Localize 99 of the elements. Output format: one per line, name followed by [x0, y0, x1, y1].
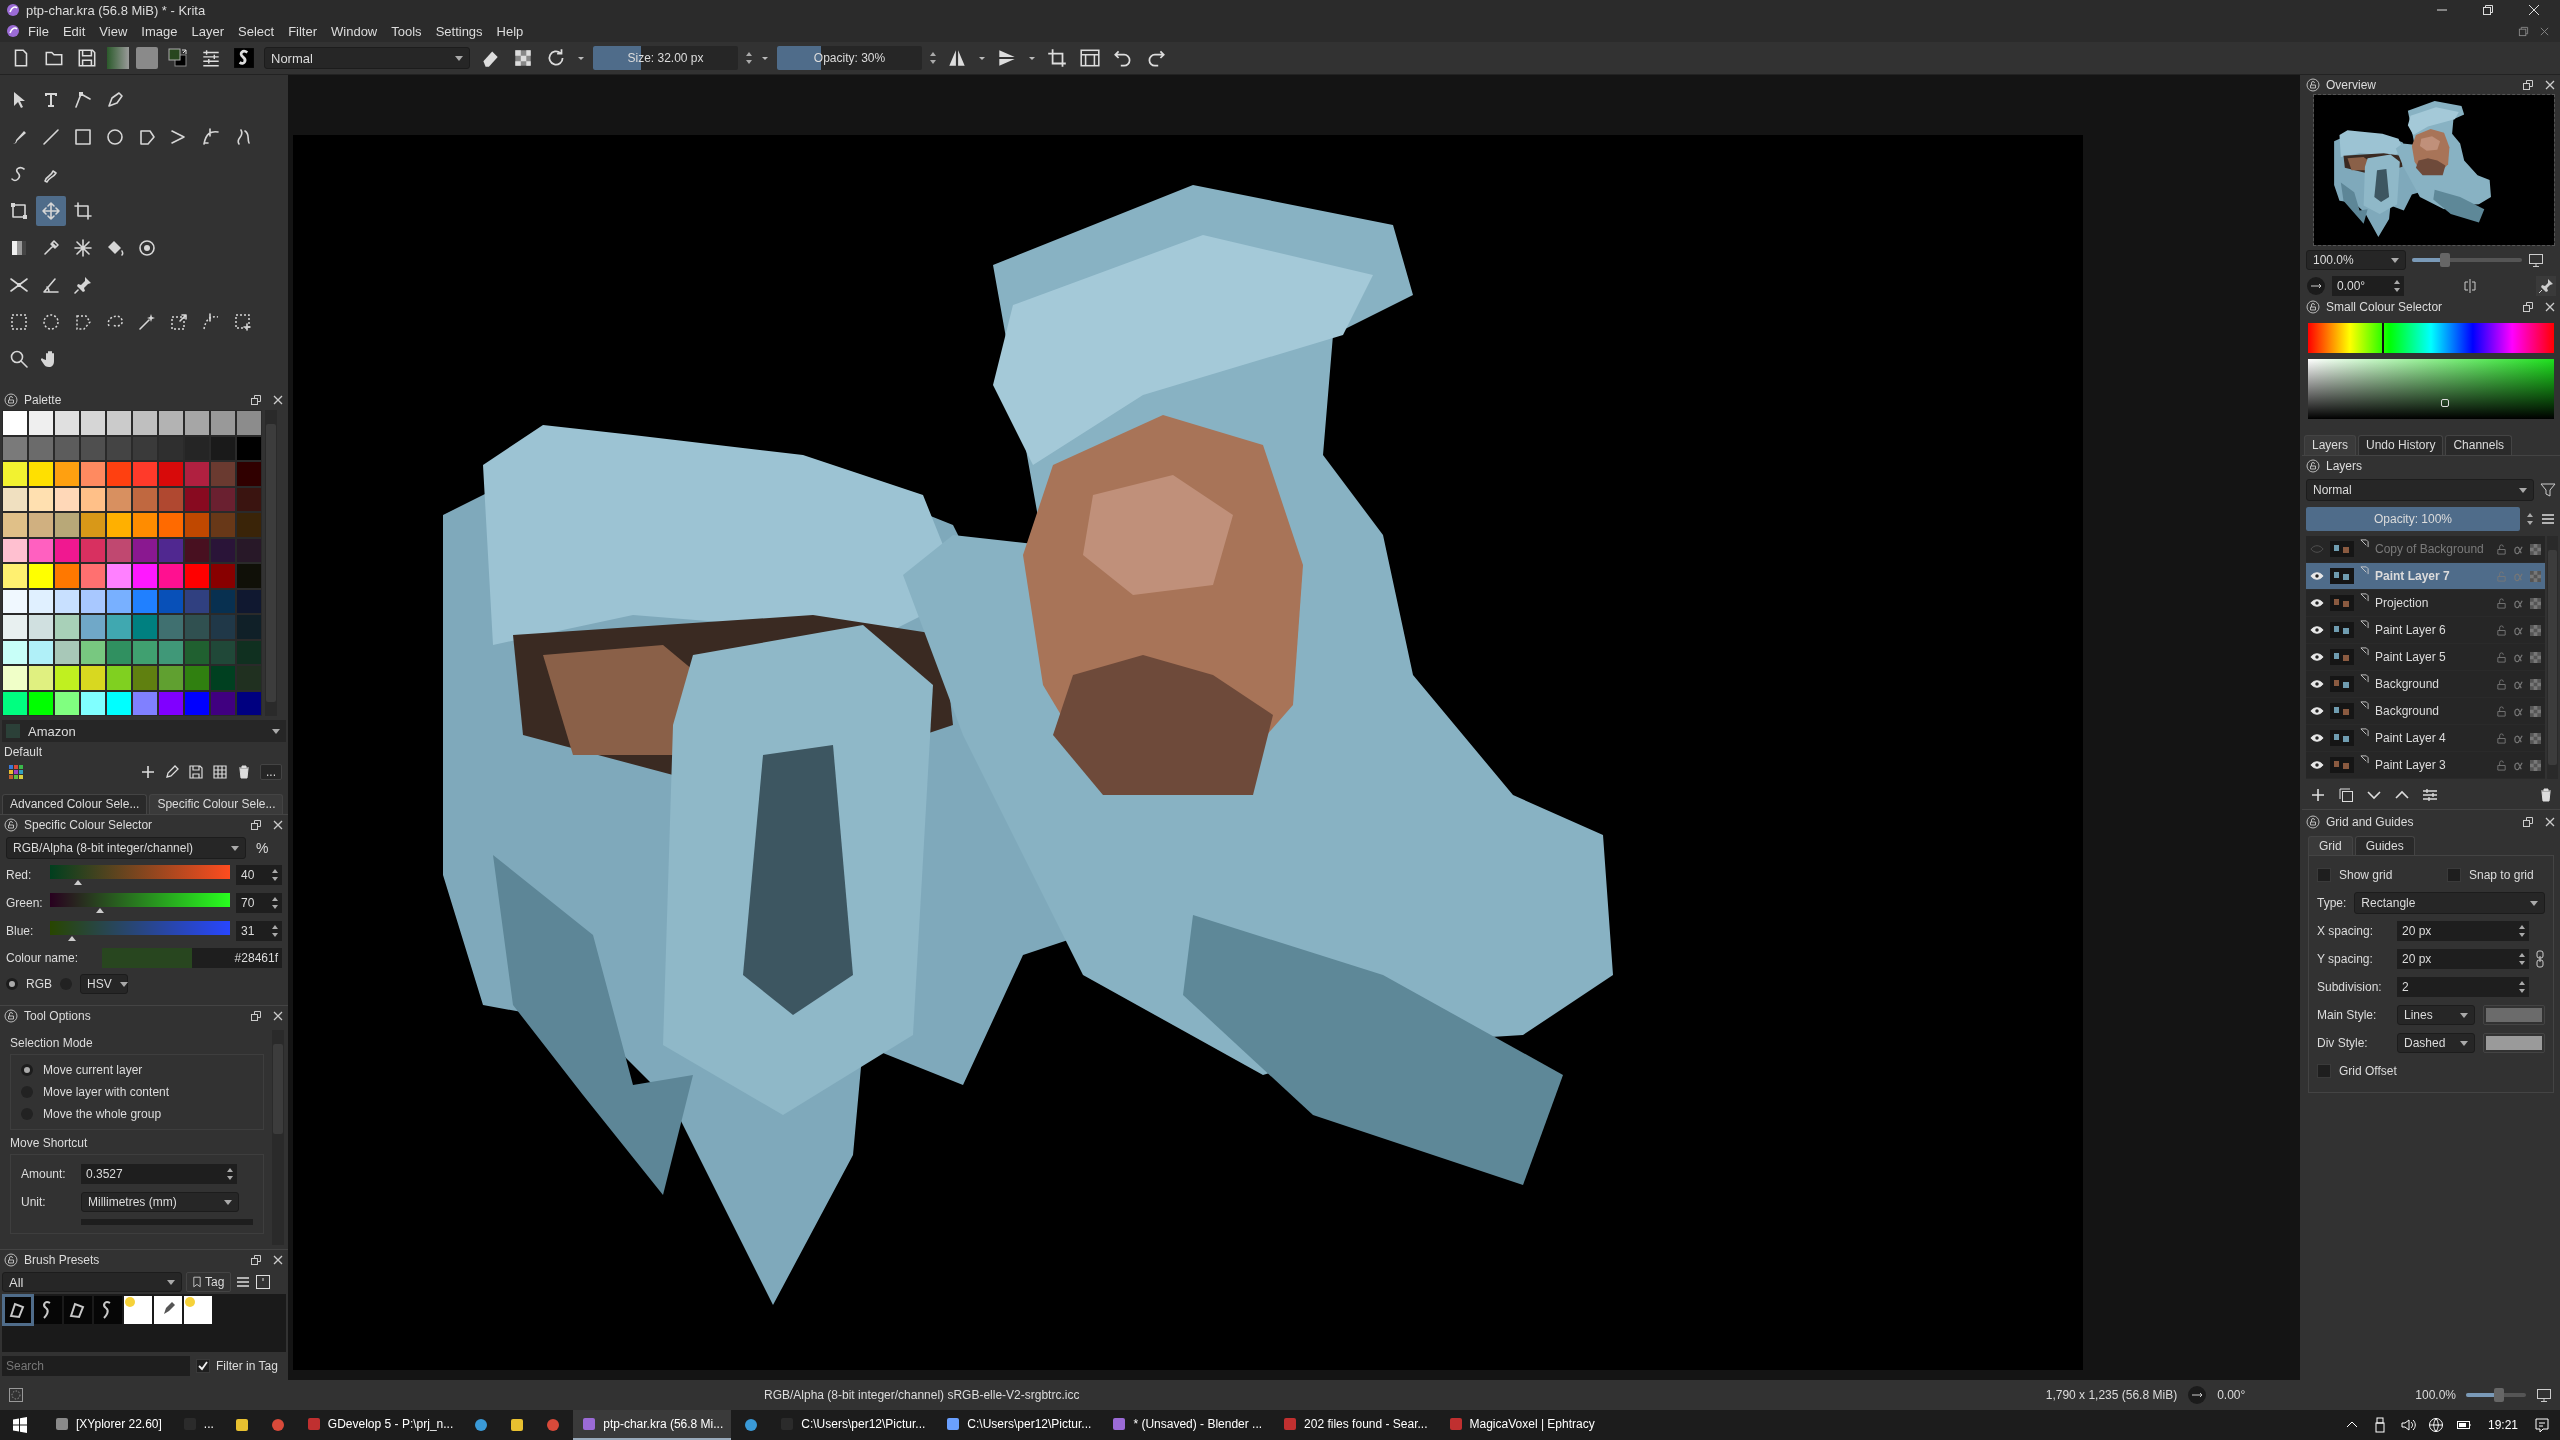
field-label: Unit: [21, 1195, 47, 1209]
panel-title: Small Colour Selector [2326, 300, 2443, 314]
tag-button[interactable]: Tag [186, 1272, 232, 1292]
layer-row[interactable]: Paint Layer 6 [2306, 617, 2545, 644]
menu-item[interactable]: Image [135, 21, 184, 41]
layer-row[interactable]: Background [2306, 698, 2545, 725]
clock-text[interactable]: 19:21 [2487, 1418, 2518, 1432]
window-title: ptp-char.kra (56.8 MiB) * - Krita [26, 2, 206, 18]
menu-item[interactable]: Filter [282, 21, 323, 41]
channel-value-field[interactable]: 40 [236, 865, 282, 885]
field-label: Main Style: [2317, 1008, 2378, 1022]
radio-label: Move layer with content [43, 1085, 170, 1099]
line-style-dropdown[interactable]: Lines [2397, 1005, 2475, 1025]
menu-item[interactable]: View [93, 21, 134, 41]
menu-item[interactable]: Edit [56, 21, 92, 41]
panel-title: Tool Options [24, 1009, 91, 1023]
line-style-dropdown[interactable]: Dashed [2397, 1033, 2475, 1053]
layer-row[interactable]: Projection [2306, 590, 2545, 617]
field-label: Y spacing: [2317, 952, 2374, 966]
docker-tab[interactable]: Undo History [2358, 435, 2444, 455]
tab[interactable]: Guides [2354, 836, 2415, 855]
panel-title: Layers [2326, 459, 2363, 473]
docker-tab[interactable]: Channels [2445, 435, 2513, 455]
zoom-text: 100.0% [2415, 1388, 2456, 1402]
search-field[interactable]: Search [2, 1356, 190, 1376]
section-heading: Move Shortcut [10, 1135, 89, 1152]
layer-blend-mode-dropdown[interactable]: Normal [2306, 479, 2534, 501]
layer-row[interactable]: Paint Layer 5 [2306, 644, 2545, 671]
channel-value-field[interactable]: 31 [236, 921, 282, 941]
taskbar-button[interactable]: ... [173, 1410, 222, 1440]
panel-title: Brush Presets [24, 1253, 100, 1267]
channel-label: Blue: [6, 924, 35, 938]
rotation-field[interactable]: 0.00° [2332, 276, 2404, 296]
docker-tab[interactable]: Specific Colour Sele... [149, 794, 284, 814]
radio-label: Move current layer [43, 1063, 143, 1077]
radio-label: RGB [26, 977, 52, 991]
menu-item[interactable]: Select [232, 21, 281, 41]
menu-item[interactable]: Layer [185, 21, 230, 41]
layer-row[interactable]: Paint Layer 3 [2306, 752, 2545, 779]
checkbox-label: Show grid [2339, 868, 2394, 882]
checkbox-label: Snap to grid [2469, 868, 2534, 882]
panel-title: Specific Colour Selector [24, 818, 153, 832]
channel-label: Red: [6, 868, 33, 882]
checkbox-label: Filter in Tag [216, 1359, 278, 1373]
docker-tab[interactable]: Advanced Colour Sele... [2, 794, 148, 814]
section-heading: Selection Mode [10, 1035, 94, 1052]
docker-tab[interactable]: Layers [2304, 435, 2357, 455]
menu-item[interactable]: File [22, 21, 55, 41]
image-size-text: 1,790 x 1,235 (56.8 MiB) [2045, 1388, 2178, 1402]
palette-dropdown[interactable]: Amazon [2, 720, 286, 742]
field-label: Div Style: [2317, 1036, 2369, 1050]
menu-item[interactable]: Help [490, 21, 530, 41]
menu-item[interactable]: Tools [385, 21, 428, 41]
spin-field[interactable]: 2 [2397, 977, 2529, 997]
taskbar-button[interactable]: C:\Users\per12\Pictur... [937, 1410, 1100, 1440]
rotation-text: 0.00° [2217, 1388, 2246, 1402]
checkbox-label: Grid Offset [2339, 1064, 2397, 1078]
field-label: Amount: [21, 1167, 67, 1181]
layer-row[interactable]: Copy of Background [2306, 536, 2545, 563]
spin-field[interactable]: 20 px [2397, 921, 2529, 941]
zoom-dropdown[interactable]: 100.0% [2306, 250, 2406, 270]
taskbar-button[interactable]: ptp-char.kra (56.8 Mi... [573, 1410, 732, 1440]
hsv-dropdown[interactable]: HSV [80, 974, 128, 994]
tag-filter-dropdown[interactable]: All [2, 1272, 182, 1292]
channel-value-field[interactable]: 70 [236, 893, 282, 913]
palette-group-label: Default [3, 744, 44, 759]
grid-type-dropdown[interactable]: Rectangle [2354, 892, 2545, 914]
taskbar-button[interactable]: [XYplorer 22.60] [46, 1410, 170, 1440]
blend-mode-dropdown[interactable]: Normal [264, 47, 470, 69]
colour-model-dropdown[interactable]: RGB/Alpha (8-bit integer/channel) [6, 837, 246, 859]
layer-row[interactable]: Background [2306, 671, 2545, 698]
field-label: X spacing: [2317, 924, 2375, 938]
tab[interactable]: Grid [2308, 836, 2353, 855]
unit-dropdown[interactable]: Millimetres (mm) [81, 1192, 239, 1212]
layer-opacity-slider[interactable]: Opacity: 100% [2306, 507, 2520, 531]
radio-label: Move the whole group [43, 1107, 162, 1121]
taskbar-button[interactable]: 202 files found - Sear... [1274, 1410, 1436, 1440]
layer-row[interactable]: Paint Layer 4 [2306, 725, 2545, 752]
more-button[interactable]: ... [260, 764, 282, 780]
menu-item[interactable]: Settings [429, 21, 489, 41]
taskbar-button[interactable]: GDevelop 5 - P:\prj_n... [297, 1410, 462, 1440]
spin-field[interactable]: 20 px [2397, 949, 2529, 969]
colour-space-text: RGB/Alpha (8-bit integer/channel) sRGB-elle-V2-srgbtrc.icc [764, 1388, 1080, 1402]
opacity-slider[interactable]: Opacity: 30% [777, 46, 922, 70]
taskbar-button[interactable]: MagicaVoxel | Ephtracy [1439, 1410, 1603, 1440]
layer-row[interactable]: Paint Layer 7 [2306, 563, 2545, 590]
colour-name-label: Colour name: [6, 951, 80, 965]
panel-title: Palette [24, 393, 62, 407]
menu-item[interactable]: Window [325, 21, 384, 41]
colour-name-field[interactable]: #28461f [192, 948, 282, 968]
percent-toggle[interactable]: % [256, 840, 269, 856]
channel-label: Green: [6, 896, 44, 910]
taskbar-button[interactable]: * (Unsaved) - Blender ... [1103, 1410, 1271, 1440]
panel-title: Overview [2326, 78, 2376, 92]
field-label: Type: [2317, 896, 2347, 910]
field-label: Subdivision: [2317, 980, 2383, 994]
taskbar-button[interactable]: C:\Users\per12\Pictur... [771, 1410, 934, 1440]
amount-field[interactable]: 0.3527 [81, 1164, 237, 1184]
panel-title: Grid and Guides [2326, 815, 2414, 829]
